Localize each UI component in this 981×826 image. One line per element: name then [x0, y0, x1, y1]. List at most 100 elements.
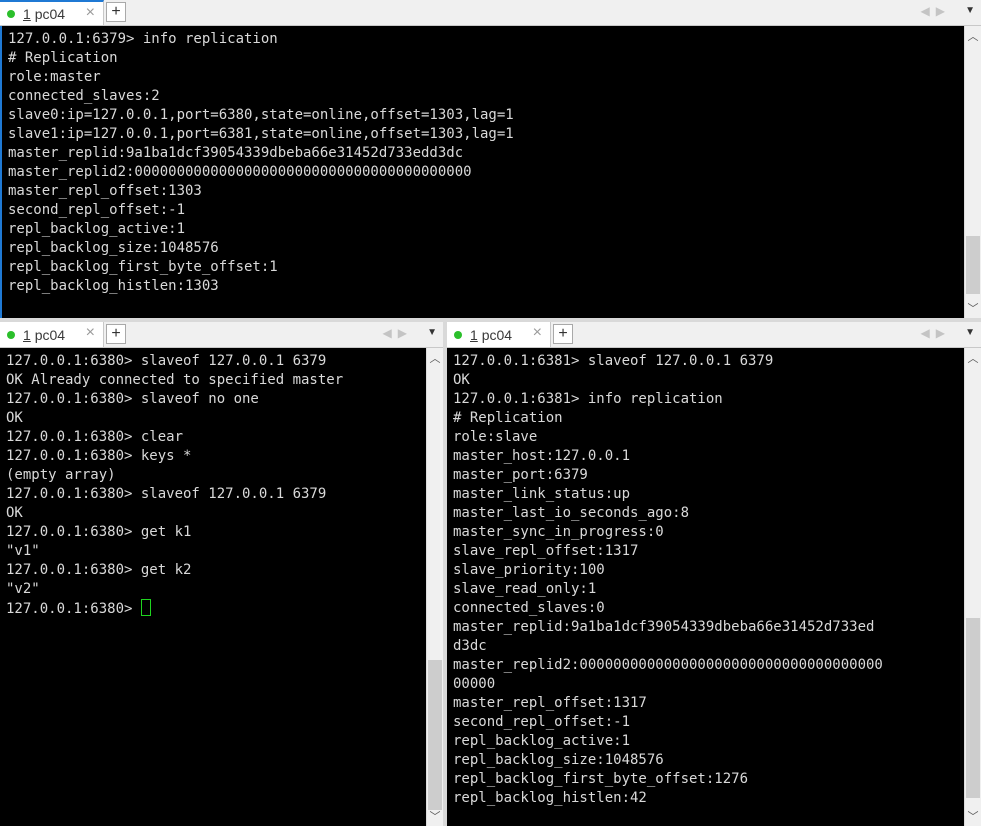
terminal-line: master_replid2:0000000000000000000000000… [8, 164, 472, 180]
vertical-scrollbar[interactable]: ︿ ﹀ [964, 348, 981, 826]
terminal-line: slave_priority:100 [453, 562, 605, 578]
close-tab-icon[interactable]: × [86, 4, 95, 22]
terminal-line: 127.0.0.1:6379> info replication [8, 31, 278, 47]
add-tab-button[interactable]: + [106, 2, 126, 22]
terminal-line: 127.0.0.1:6381> slaveof 127.0.0.1 6379 [453, 353, 774, 369]
terminal-line: OK [6, 410, 23, 426]
tab-label: pc04 [34, 5, 66, 22]
terminal-line: master_repl_offset:1317 [453, 695, 647, 711]
text-cursor [140, 599, 151, 616]
terminal-line: connected_slaves:2 [8, 88, 160, 104]
tab-pc04-top[interactable]: 1 pc04 × [0, 0, 104, 25]
top-tab-bar: 1 pc04 × + ◀▶ ▼ [0, 0, 981, 26]
tab-nav-arrows[interactable]: ◀▶ [921, 326, 951, 340]
terminal-line: 127.0.0.1:6380> keys * [6, 448, 192, 464]
nav-prev-icon[interactable]: ◀ [921, 4, 936, 18]
left-terminal-pane: 1 pc04 × + ◀▶ ▼ 127.0.0.1:6380> slaveof … [0, 322, 443, 826]
nav-next-icon[interactable]: ▶ [936, 4, 951, 18]
terminal-line: connected_slaves:0 [453, 600, 605, 616]
terminal-line: OK [453, 372, 470, 388]
tab-label: pc04 [481, 326, 513, 343]
terminal-output[interactable]: 127.0.0.1:6381> slaveof 127.0.0.1 6379 OK… [447, 348, 964, 826]
scroll-thumb[interactable] [966, 618, 980, 798]
terminal-line: d3dc [453, 638, 487, 654]
terminal-line: 127.0.0.1:6381> info replication [453, 391, 723, 407]
vertical-scrollbar[interactable]: ︿ ﹀ [426, 348, 443, 826]
tab-menu-icon[interactable]: ▼ [427, 327, 437, 338]
terminal-line: 00000 [453, 676, 496, 692]
terminal-line: repl_backlog_size:1048576 [453, 752, 664, 768]
terminal-output[interactable]: 127.0.0.1:6380> slaveof 127.0.0.1 6379 OK… [0, 348, 426, 826]
terminal-line: second_repl_offset:-1 [453, 714, 631, 730]
terminal-line: repl_backlog_histlen:42 [453, 790, 647, 806]
terminal-line: slave0:ip=127.0.0.1,port=6380,state=onli… [8, 107, 514, 123]
terminal-prompt-line[interactable]: 127.0.0.1:6380> [6, 599, 426, 618]
tab-number: 1 [23, 5, 31, 22]
terminal-line: # Replication [8, 50, 118, 66]
terminal-line: master_link_status:up [453, 486, 631, 502]
scroll-up-icon[interactable]: ︿ [965, 350, 981, 366]
scroll-thumb[interactable] [428, 660, 442, 810]
terminal-line: master_replid2:0000000000000000000000000… [453, 657, 883, 673]
close-tab-icon[interactable]: × [86, 324, 95, 342]
add-tab-button[interactable]: + [106, 324, 126, 344]
terminal-line: 127.0.0.1:6380> slaveof no one [6, 391, 259, 407]
terminal-line: # Replication [453, 410, 563, 426]
tab-pc04-right[interactable]: 1 pc04 × [447, 322, 551, 347]
terminal-line: master_sync_in_progress:0 [453, 524, 664, 540]
tab-label: pc04 [34, 326, 66, 343]
terminal-line: master_last_io_seconds_ago:8 [453, 505, 690, 521]
session-status-dot [454, 330, 462, 339]
right-tab-bar: 1 pc04 × + ◀▶ ▼ [447, 322, 981, 348]
tab-number: 1 [23, 326, 31, 343]
terminal-line: repl_backlog_active:1 [8, 221, 186, 237]
right-terminal-pane: 1 pc04 × + ◀▶ ▼ 127.0.0.1:6381> slaveof … [447, 322, 981, 826]
terminal-line: "v1" [6, 543, 40, 559]
terminal-line: 127.0.0.1:6380> slaveof 127.0.0.1 6379 [6, 353, 327, 369]
scroll-up-icon[interactable]: ︿ [427, 350, 443, 366]
terminal-line: OK [6, 505, 23, 521]
terminal-line: OK Already connected to specified master [6, 372, 344, 388]
tab-menu-icon[interactable]: ▼ [965, 327, 975, 338]
nav-prev-icon[interactable]: ◀ [921, 326, 936, 340]
terminal-line: "v2" [6, 581, 40, 597]
terminal-line: slave_read_only:1 [453, 581, 597, 597]
scroll-up-icon[interactable]: ︿ [965, 28, 981, 44]
terminal-line: (empty array) [6, 467, 116, 483]
terminal-line: master_replid:9a1ba1dcf39054339dbeba66e3… [453, 619, 875, 635]
terminal-line: 127.0.0.1:6380> clear [6, 429, 184, 445]
scroll-down-icon[interactable]: ﹀ [427, 808, 443, 824]
terminal-line: master_repl_offset:1303 [8, 183, 202, 199]
scroll-thumb[interactable] [966, 236, 980, 294]
prompt-text: 127.0.0.1:6380> [6, 601, 141, 617]
terminal-output[interactable]: 127.0.0.1:6379> info replication # Replic… [0, 26, 964, 318]
terminal-line: repl_backlog_first_byte_offset:1276 [453, 771, 749, 787]
add-tab-button[interactable]: + [553, 324, 573, 344]
terminal-line: 127.0.0.1:6380> slaveof 127.0.0.1 6379 [6, 486, 327, 502]
nav-prev-icon[interactable]: ◀ [383, 326, 398, 340]
terminal-line: repl_backlog_first_byte_offset:1 [8, 259, 278, 275]
terminal-line: role:master [8, 69, 101, 85]
tab-nav-arrows[interactable]: ◀▶ [921, 4, 951, 18]
scroll-down-icon[interactable]: ﹀ [965, 808, 981, 824]
terminal-line: master_port:6379 [453, 467, 588, 483]
nav-next-icon[interactable]: ▶ [398, 326, 413, 340]
scroll-down-icon[interactable]: ﹀ [965, 300, 981, 316]
terminal-line: slave_repl_offset:1317 [453, 543, 639, 559]
close-tab-icon[interactable]: × [533, 324, 542, 342]
terminal-line: second_repl_offset:-1 [8, 202, 186, 218]
nav-next-icon[interactable]: ▶ [936, 326, 951, 340]
session-status-dot [7, 330, 15, 339]
tab-pc04-left[interactable]: 1 pc04 × [0, 322, 104, 347]
terminal-line: repl_backlog_active:1 [453, 733, 631, 749]
left-tab-bar: 1 pc04 × + ◀▶ ▼ [0, 322, 443, 348]
top-terminal-pane: 1 pc04 × + ◀▶ ▼ 127.0.0.1:6379> info rep… [0, 0, 981, 318]
session-status-dot [7, 9, 15, 18]
tab-nav-arrows[interactable]: ◀▶ [383, 326, 413, 340]
terminal-line: 127.0.0.1:6380> get k1 [6, 524, 192, 540]
terminal-line: repl_backlog_histlen:1303 [8, 278, 219, 294]
terminal-line: repl_backlog_size:1048576 [8, 240, 219, 256]
tab-menu-icon[interactable]: ▼ [965, 5, 975, 16]
vertical-scrollbar[interactable]: ︿ ﹀ [964, 26, 981, 318]
terminal-line: master_replid:9a1ba1dcf39054339dbeba66e3… [8, 145, 464, 161]
